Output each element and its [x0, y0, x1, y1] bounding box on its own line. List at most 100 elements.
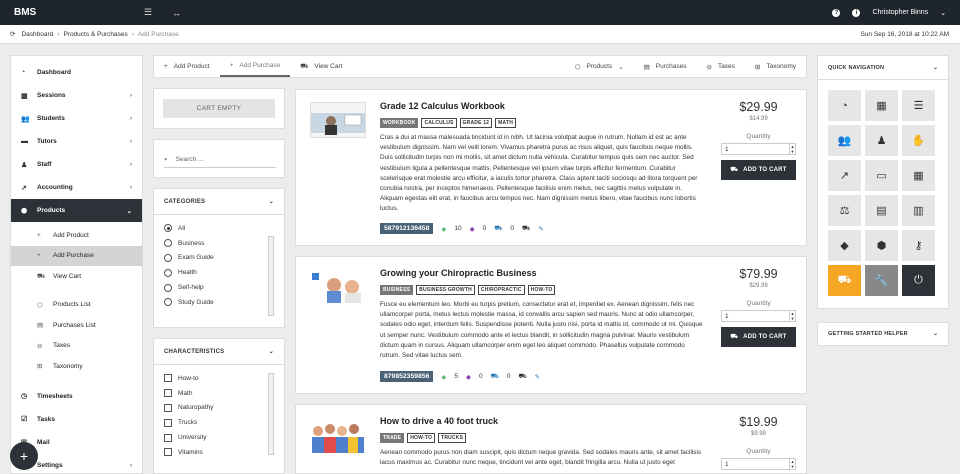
checkbox[interactable] — [164, 374, 172, 383]
edit-pencil-icon[interactable]: ✎ — [538, 225, 543, 233]
characteristic-option-how-to[interactable]: How-to — [164, 371, 274, 386]
quicknav-calendar-button[interactable]: ▦ — [865, 90, 898, 121]
sidebar-sub-view-cart[interactable]: ⛟ View Cart — [11, 266, 142, 287]
quick-navigation-header[interactable]: QUICK NAVIGATION ⌄ — [818, 56, 948, 80]
tab-taxonomy[interactable]: ⊞ Taxonomy — [745, 56, 806, 77]
sidebar-item-students[interactable]: 👥 Students › — [11, 107, 142, 130]
quicknav-products-button[interactable]: ⬢ — [865, 230, 898, 261]
quicknav-settings-button[interactable]: 🔧 — [865, 265, 898, 296]
tab-add-product[interactable]: + Add Product — [154, 56, 220, 77]
product-title[interactable]: How to drive a 40 foot truck — [380, 416, 498, 426]
help-icon[interactable]: ? — [832, 8, 841, 17]
quicknav-cart-button[interactable]: ⛟ — [828, 265, 861, 296]
sidebar-sub-add-product[interactable]: + Add Product — [11, 225, 142, 246]
add-fab-button[interactable]: + — [10, 442, 38, 470]
sidebar-item-products[interactable]: ⬢ Products ⌄ — [11, 199, 142, 222]
user-menu[interactable]: Christopher Binns — [872, 9, 928, 16]
sidebar-item-dashboard[interactable]: ◔ Dashboard — [11, 61, 142, 84]
category-option-business[interactable]: Business — [164, 236, 274, 251]
tab-purchases[interactable]: ▤ Purchases — [634, 56, 697, 77]
hamburger-icon[interactable]: ☰ — [144, 7, 152, 18]
checkbox[interactable] — [164, 433, 172, 442]
quicknav-document-button[interactable]: ▤ — [865, 195, 898, 226]
characteristic-option-naturopathy[interactable]: Naturopathy — [164, 401, 274, 416]
quantity-stepper[interactable]: 1 ▲ ▼ — [721, 310, 796, 322]
characteristic-option-trucks[interactable]: Trucks — [164, 415, 274, 430]
product-title[interactable]: Grade 12 Calculus Workbook — [380, 101, 505, 111]
tab-taxes[interactable]: ⊖ Taxes — [696, 56, 744, 77]
checkbox[interactable] — [164, 418, 172, 427]
radio-button[interactable] — [164, 298, 172, 307]
cart-empty-button[interactable]: CART EMPTY — [163, 99, 275, 118]
tab-add-purchase[interactable]: + Add Purchase — [219, 56, 291, 77]
tab-products-menu[interactable]: ⬡ Products ⌄ — [565, 56, 634, 77]
edit-pencil-icon[interactable]: ✎ — [535, 373, 540, 381]
sidebar-sub-add-purchase[interactable]: + Add Purchase — [11, 245, 142, 266]
quicknav-tags-button[interactable]: ◆ — [828, 230, 861, 261]
radio-button[interactable] — [164, 283, 172, 292]
chevron-down-icon[interactable]: ⌄ — [940, 9, 946, 17]
characteristic-option-vitamins[interactable]: Vitamins — [164, 445, 274, 460]
product-image[interactable] — [310, 417, 366, 453]
stepper-arrows[interactable]: ▲ ▼ — [789, 311, 795, 321]
sidebar-sub-products-list[interactable]: ⬡ Products List — [11, 295, 142, 316]
quicknav-dashboard-button[interactable]: ◔ — [828, 90, 861, 121]
info-icon[interactable]: i — [852, 8, 861, 17]
getting-started-helper-header[interactable]: GETTING STARTED HELPER ⌄ — [817, 322, 949, 346]
stepper-arrows[interactable]: ▲ ▼ — [789, 144, 795, 154]
sidebar-sub-taxes[interactable]: ⊖ Taxes — [11, 336, 142, 357]
add-to-cart-button[interactable]: ⛟ ADD TO CART — [721, 160, 796, 180]
product-image[interactable] — [310, 102, 366, 138]
quantity-stepper[interactable]: 1 ▲ ▼ — [721, 143, 796, 155]
categories-header[interactable]: CATEGORIES ⌄ — [154, 189, 284, 215]
quicknav-grid-button[interactable]: ▦ — [902, 160, 935, 191]
characteristics-header[interactable]: CHARACTERISTICS ⌄ — [154, 339, 284, 365]
sidebar-sub-taxonomy[interactable]: ⊞ Taxonomy — [11, 356, 142, 377]
quicknav-hand-button[interactable]: ✋ — [902, 125, 935, 156]
expand-arrows-icon[interactable]: ↔ — [172, 8, 181, 18]
characteristic-option-math[interactable]: Math — [164, 386, 274, 401]
checkbox[interactable] — [164, 389, 172, 398]
product-image[interactable] — [310, 269, 366, 305]
product-title[interactable]: Growing your Chiropractic Business — [380, 268, 537, 278]
tab-view-cart[interactable]: ⛟ View Cart — [290, 56, 352, 77]
checkbox[interactable] — [164, 448, 172, 457]
breadcrumb-products[interactable]: Products & Purchases — [63, 31, 127, 38]
quicknav-students-button[interactable]: 👥 — [828, 125, 861, 156]
quicknav-bar-chart-button[interactable]: ▥ — [902, 195, 935, 226]
category-option-study-guide[interactable]: Study Guide — [164, 295, 274, 310]
category-option-all[interactable]: All — [164, 221, 274, 236]
add-to-cart-button[interactable]: ⛟ ADD TO CART — [721, 327, 796, 347]
cart-outline-icon[interactable]: ⛟ — [518, 372, 526, 381]
quicknav-scale-button[interactable]: ⚖ — [828, 195, 861, 226]
characteristics-scrollbar[interactable] — [268, 373, 274, 455]
reload-icon[interactable]: ⟳ — [10, 30, 15, 38]
quicknav-card-button[interactable]: ▭ — [865, 160, 898, 191]
quicknav-chart-button[interactable]: ↗ — [828, 160, 861, 191]
sidebar-sub-purchases-list[interactable]: ▤ Purchases List — [11, 315, 142, 336]
sidebar-item-sessions[interactable]: ▦ Sessions › — [11, 84, 142, 107]
checkbox[interactable] — [164, 403, 172, 412]
sidebar-item-accounting[interactable]: ↗ Accounting › — [11, 176, 142, 199]
category-option-exam-guide[interactable]: Exam Guide — [164, 251, 274, 266]
category-option-self-help[interactable]: Self-help — [164, 280, 274, 295]
search-input[interactable]: ⌕ Search ... — [164, 152, 276, 168]
category-option-health[interactable]: Health — [164, 265, 274, 280]
sidebar-item-timesheets[interactable]: ◷ Timesheets — [11, 385, 142, 408]
quicknav-key-button[interactable]: ⚷ — [902, 230, 935, 261]
radio-button[interactable] — [164, 253, 172, 262]
radio-button[interactable] — [164, 224, 172, 233]
sidebar-item-tasks[interactable]: ☑ Tasks — [11, 408, 142, 431]
breadcrumb-dashboard[interactable]: Dashboard — [21, 31, 53, 38]
brand-logo[interactable]: BMS — [14, 7, 144, 18]
sidebar-item-staff[interactable]: ♟ Staff › — [11, 153, 142, 176]
quicknav-logout-button[interactable]: ⏻ — [902, 265, 935, 296]
radio-button[interactable] — [164, 268, 172, 277]
quicknav-staff-button[interactable]: ♟ — [865, 125, 898, 156]
categories-scrollbar[interactable] — [268, 236, 274, 316]
radio-button[interactable] — [164, 239, 172, 248]
cart-outline-icon[interactable]: ⛟ — [522, 224, 530, 233]
sidebar-item-tutors[interactable]: ▬ Tutors › — [11, 130, 142, 153]
stepper-arrows[interactable]: ▲ ▼ — [789, 459, 795, 469]
quicknav-list-button[interactable]: ☰ — [902, 90, 935, 121]
